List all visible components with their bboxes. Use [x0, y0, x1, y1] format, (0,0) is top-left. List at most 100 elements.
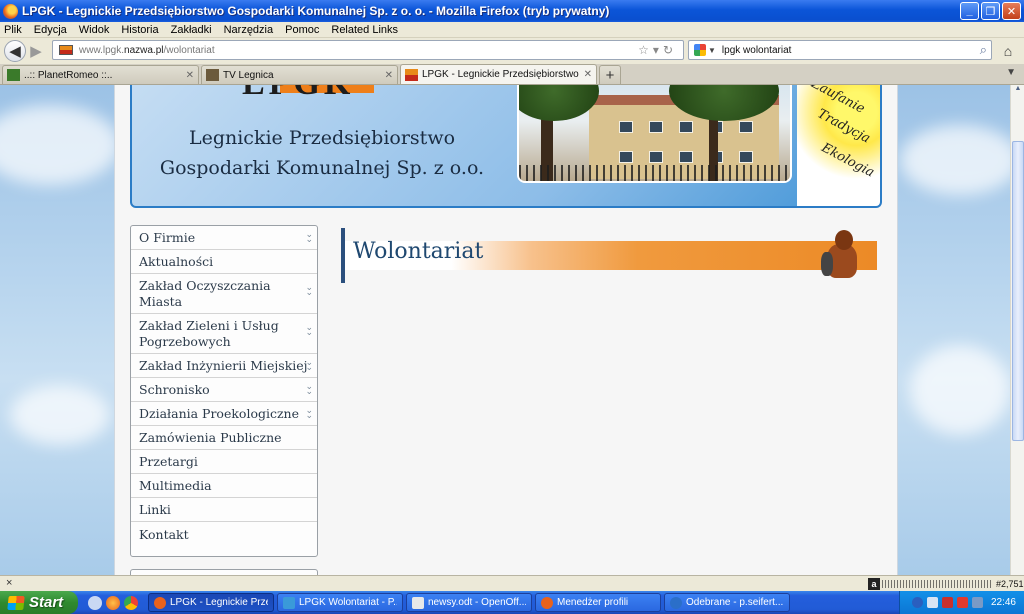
- taskbar-item-odebrane[interactable]: Odebrane - p.seifert...: [664, 593, 790, 612]
- tab-lpgk[interactable]: LPGK - Legnickie Przedsiębiorstwo Gospo.…: [400, 64, 597, 84]
- maximize-button[interactable]: ❐: [981, 2, 1000, 20]
- back-arrow-icon: ◀: [9, 43, 21, 60]
- tab-list-dropdown-icon[interactable]: ▼: [1006, 67, 1016, 78]
- google-icon[interactable]: [694, 44, 706, 56]
- tray-pdf-icon[interactable]: [941, 597, 953, 608]
- tray-network-icon[interactable]: [926, 597, 938, 608]
- tray-expand-icon[interactable]: [911, 597, 923, 608]
- slogan-graphic: Zaufanie Tradycja Ekologia: [797, 85, 880, 206]
- menu-narzedzia[interactable]: Narzędzia: [224, 24, 274, 36]
- cloud-decoration: [910, 345, 1010, 435]
- vertical-scrollbar[interactable]: ▲: [1010, 85, 1024, 575]
- menu-widok[interactable]: Widok: [79, 24, 110, 36]
- url-text[interactable]: www.lpgk.nazwa.pl/wolontariat: [79, 45, 215, 56]
- site-logo[interactable]: LPGK: [242, 85, 400, 102]
- double-chevron-down-icon: ⌄ ⌄: [305, 381, 313, 397]
- url-bar[interactable]: www.lpgk.nazwa.pl/wolontariat ☆▾↻: [52, 40, 684, 60]
- menu-edycja[interactable]: Edycja: [34, 24, 67, 36]
- quick-launch: [88, 595, 138, 610]
- sidebar-item-linki[interactable]: Linki: [131, 498, 317, 522]
- search-icon[interactable]: ⌕: [980, 42, 987, 58]
- double-chevron-down-icon: ⌄ ⌄: [305, 283, 313, 298]
- site-identity-icon[interactable]: [59, 45, 73, 55]
- sidebar-item-aktualnosci[interactable]: Aktualności: [131, 250, 317, 274]
- menu-bar: Plik Edycja Widok Historia Zakładki Narz…: [0, 22, 1024, 38]
- search-input[interactable]: lpgk wolontariat: [722, 45, 791, 56]
- tab-planetromeo[interactable]: ..:: PlanetRomeo ::.. ✕: [2, 65, 199, 84]
- menu-plik[interactable]: Plik: [4, 24, 22, 36]
- dropdown-icon[interactable]: ▾: [653, 43, 663, 57]
- company-name-line1: Legnickie Przedsiębiorstwo: [188, 127, 456, 149]
- quicklaunch-app-icon[interactable]: [88, 595, 102, 610]
- cloud-decoration: [900, 125, 1010, 195]
- windows-logo-icon: [7, 595, 25, 610]
- back-button[interactable]: ◀: [4, 40, 26, 62]
- sidebar-item-kontakt[interactable]: Kontakt: [131, 522, 317, 546]
- window-title: LPGK - Legnickie Przedsiębiorstwo Gospod…: [22, 4, 610, 18]
- close-tab-icon[interactable]: ✕: [584, 69, 592, 80]
- quicklaunch-chrome-icon[interactable]: [124, 595, 138, 610]
- close-addon-bar-icon[interactable]: ×: [6, 577, 12, 589]
- navigation-toolbar: ◀ ▶ www.lpgk.nazwa.pl/wolontariat ☆▾↻ ▼ …: [0, 38, 1024, 64]
- home-button[interactable]: ⌂: [998, 41, 1018, 61]
- document-icon: [412, 596, 424, 609]
- sidebar-item-zamowienia-publiczne[interactable]: Zamówienia Publiczne: [131, 426, 317, 450]
- taskbar-item-menedzer-profili[interactable]: Menedżer profili: [535, 593, 661, 612]
- new-tab-button[interactable]: +: [599, 65, 621, 84]
- mail-icon: [670, 596, 682, 609]
- alexa-icon: a: [868, 578, 880, 590]
- windows-taskbar: Start LPGK - Legnickie Prze... LPGK Wolo…: [0, 591, 1024, 614]
- taskbar-item-lpgk-wolontariat[interactable]: LPGK Wolontariat - P...: [277, 593, 403, 612]
- sidebar-item-zaklad-oczyszczania-miasta[interactable]: Zakład Oczyszczania Miasta ⌄ ⌄: [131, 274, 317, 314]
- tray-volume-icon[interactable]: [971, 597, 983, 608]
- close-tab-icon[interactable]: ✕: [186, 70, 194, 81]
- system-tray: 22:46: [899, 591, 1024, 614]
- sidebar-item-przetargi[interactable]: Przetargi: [131, 450, 317, 474]
- profile-manager-icon: [541, 596, 553, 609]
- close-tab-icon[interactable]: ✕: [385, 70, 393, 81]
- start-button[interactable]: Start: [0, 591, 78, 614]
- close-window-button[interactable]: ✕: [1002, 2, 1021, 20]
- window-controls: _ ❐ ✕: [960, 2, 1021, 20]
- cloud-decoration: [0, 105, 120, 185]
- taskbar-item-lpgk-firefox[interactable]: LPGK - Legnickie Prze...: [148, 593, 274, 612]
- firefox-icon: [154, 596, 166, 609]
- tray-antivirus-icon[interactable]: [956, 597, 968, 608]
- scrollbar-thumb[interactable]: [1012, 141, 1024, 441]
- minimize-button[interactable]: _: [960, 2, 979, 20]
- cloud-decoration: [10, 385, 110, 445]
- menu-pomoc[interactable]: Pomoc: [285, 24, 319, 36]
- sidebar-item-zaklad-inzynierii-miejskiej[interactable]: Zakład Inżynierii Miejskiej ⌄ ⌄: [131, 354, 317, 378]
- company-name-line2: Gospodarki Komunalnej Sp. z o.o.: [159, 157, 485, 179]
- quicklaunch-firefox-icon[interactable]: [106, 595, 120, 610]
- sidebar-item-dzialania-proekologiczne[interactable]: Działania Proekologiczne ⌄ ⌄: [131, 402, 317, 426]
- lpgk-icon: [405, 68, 418, 81]
- search-engine-dropdown-icon[interactable]: ▼: [708, 46, 716, 55]
- scroll-up-icon[interactable]: ▲: [1012, 85, 1024, 92]
- forward-arrow-icon: ▶: [30, 43, 42, 60]
- bookmark-star-icon[interactable]: ☆: [638, 43, 653, 57]
- traffic-graph: [882, 580, 992, 588]
- double-chevron-down-icon: ⌄ ⌄: [305, 357, 313, 373]
- menu-zakladki[interactable]: Zakładki: [171, 24, 212, 36]
- menu-related-links[interactable]: Related Links: [331, 24, 398, 36]
- menu-historia[interactable]: Historia: [121, 24, 158, 36]
- addon-widget[interactable]: a #2,751: [868, 577, 1024, 591]
- plus-icon: +: [605, 66, 615, 84]
- forward-button[interactable]: ▶: [26, 41, 46, 61]
- sidebar-item-zaklad-zieleni[interactable]: Zakład Zieleni i Usług Pogrzebowych ⌄ ⌄: [131, 314, 317, 354]
- taskbar-item-newsy-openoffice[interactable]: newsy.odt - OpenOff...: [406, 593, 532, 612]
- header-photo: [517, 85, 792, 183]
- content-heading: Wolontariat: [341, 228, 877, 283]
- sidebar-item-o-firmie[interactable]: O Firmie ⌄ ⌄: [131, 226, 317, 250]
- page-container: LPGK Legnickie Przedsiębiorstwo Gospodar…: [114, 85, 898, 575]
- search-bar[interactable]: ▼ lpgk wolontariat ⌕: [688, 40, 992, 60]
- firefox-icon: [3, 3, 18, 19]
- sidebar-item-multimedia[interactable]: Multimedia: [131, 474, 317, 498]
- company-name: Legnickie Przedsiębiorstwo Gospodarki Ko…: [152, 123, 492, 183]
- reload-icon[interactable]: ↻: [663, 43, 677, 57]
- status-bar: × a #2,751: [0, 575, 1024, 591]
- sidebar-item-schronisko[interactable]: Schronisko ⌄ ⌄: [131, 378, 317, 402]
- tab-tv-legnica[interactable]: TV Legnica ✕: [201, 65, 398, 84]
- page-title: Wolontariat: [353, 239, 484, 264]
